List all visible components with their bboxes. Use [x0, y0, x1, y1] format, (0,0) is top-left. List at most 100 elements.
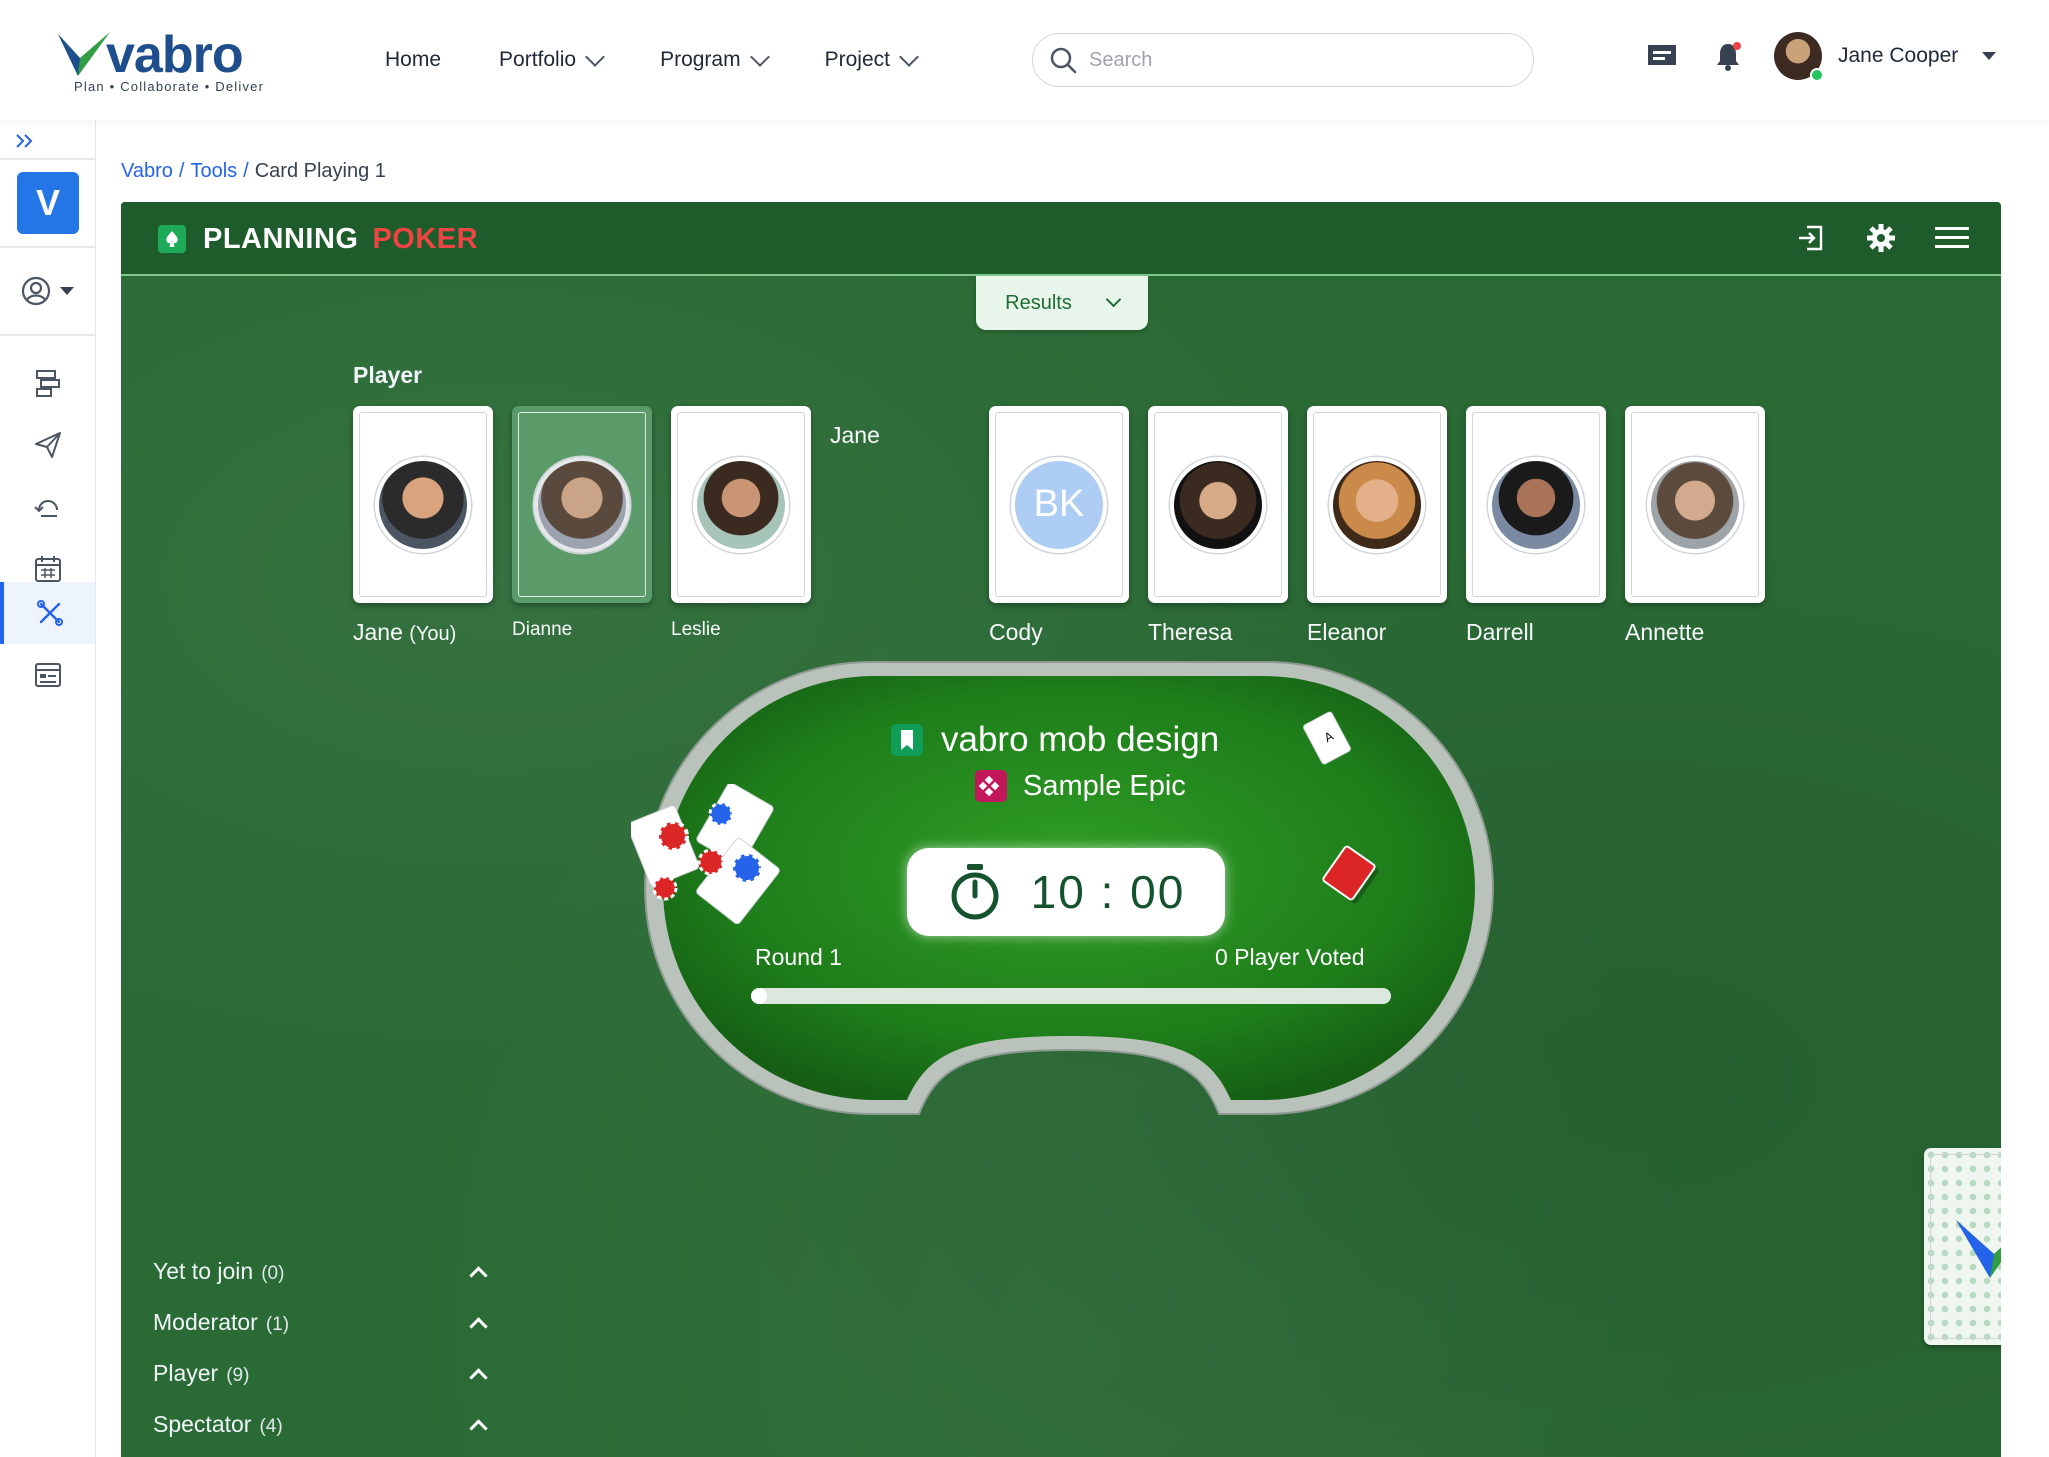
player-name: Eleanor	[1307, 619, 1387, 645]
main-nav: Home Portfolio Program Project	[385, 0, 919, 120]
player-card-theresa[interactable]: Theresa	[1148, 406, 1288, 646]
player-card-cody[interactable]: BK Cody	[989, 406, 1129, 646]
breadcrumb-current: Card Playing 1	[254, 160, 386, 182]
logo-wordmark: vabro	[106, 26, 244, 84]
notification-bell-icon[interactable]	[1713, 40, 1743, 72]
sidebar-item-send[interactable]	[0, 414, 95, 476]
player-initials-avatar: BK	[1011, 456, 1107, 553]
chevron-down-icon	[1105, 291, 1122, 308]
sidebar-item-tools[interactable]	[0, 582, 95, 644]
board-header: PLANNING POKER	[121, 202, 2001, 276]
player-card: BK	[989, 406, 1129, 603]
group-moderator[interactable]: Moderator (1)	[153, 1297, 493, 1348]
chevron-down-icon	[899, 46, 919, 67]
divider	[0, 246, 95, 248]
group-yet-to-join[interactable]: Yet to join (0)	[153, 1246, 493, 1297]
player-card	[1466, 406, 1606, 603]
player-name: Jane (You)	[353, 619, 457, 645]
sidebar-item-roadmap[interactable]	[0, 352, 95, 414]
nav-program[interactable]: Program	[660, 46, 770, 72]
group-spectator[interactable]: Spectator (4)	[153, 1399, 493, 1450]
roadmap-icon	[35, 370, 60, 397]
player-avatar	[1647, 456, 1743, 553]
user-menu[interactable]: Jane Cooper	[1774, 32, 1997, 82]
title-planning: PLANNING	[203, 222, 359, 255]
search-box[interactable]	[1032, 33, 1534, 87]
breadcrumb-separator: /	[243, 160, 249, 182]
user-circle-icon	[21, 276, 51, 306]
title-poker: POKER	[372, 222, 479, 255]
player-avatar	[1329, 456, 1425, 553]
player-name: Dianne	[512, 619, 573, 640]
logo-check-icon	[58, 32, 110, 76]
messages-icon[interactable]	[1645, 41, 1679, 71]
player-card	[671, 406, 811, 603]
calendar-icon	[34, 556, 61, 582]
planning-poker-board: PLANNING POKER Results Player Jane (You)…	[121, 202, 2001, 1457]
story-bookmark-icon	[891, 724, 923, 756]
nav-project[interactable]: Project	[825, 46, 919, 72]
voted-check-icon	[1956, 1220, 2001, 1278]
search-input[interactable]	[1089, 48, 1509, 72]
player-card-eleanor[interactable]: Eleanor	[1307, 406, 1447, 646]
player-card-darrell[interactable]: Darrell	[1466, 406, 1606, 646]
group-player[interactable]: Player (9)	[153, 1348, 493, 1399]
tools-icon	[36, 600, 63, 626]
player-name: Theresa	[1148, 619, 1233, 645]
paper-plane-icon	[34, 432, 61, 458]
game-title: PLANNING POKER	[155, 222, 478, 256]
player-card-annette[interactable]: Annette	[1625, 406, 1765, 646]
red-card-decoration	[1322, 845, 1379, 904]
player-avatar	[534, 456, 630, 553]
breadcrumb-separator: /	[178, 160, 185, 182]
exit-session-icon[interactable]	[1795, 222, 1827, 254]
player-avatar	[375, 456, 471, 553]
player-card-leslie[interactable]: Leslie	[671, 406, 811, 641]
player-card-voted	[1924, 1148, 2001, 1345]
caret-down-icon	[1982, 52, 1997, 60]
logo-tagline: Plan • Collaborate • Deliver	[74, 79, 265, 94]
sidebar-item-cycle[interactable]	[0, 476, 95, 538]
breadcrumb: Vabro / Tools / Card Playing 1	[121, 160, 386, 183]
user-avatar	[1774, 32, 1824, 82]
results-dropdown[interactable]: Results	[976, 276, 1148, 330]
player-card	[1307, 406, 1447, 603]
settings-gear-icon[interactable]	[1865, 222, 1897, 254]
timer-value: 10 : 00	[1030, 866, 1186, 918]
refresh-icon	[33, 500, 58, 517]
breadcrumb-link-tools[interactable]: Tools	[190, 160, 237, 183]
player-name: Darrell	[1466, 619, 1534, 645]
vabro-logo[interactable]: vabro Plan • Collaborate • Deliver	[56, 24, 276, 100]
player-card	[1625, 406, 1765, 603]
search-icon	[1050, 47, 1077, 74]
round-timer: 10 : 00	[907, 848, 1225, 936]
results-label: Results	[1005, 291, 1072, 314]
expand-sidebar-icon[interactable]	[14, 130, 36, 156]
sidebar-item-boards[interactable]	[0, 644, 95, 706]
breadcrumb-link-vabro[interactable]: Vabro	[121, 160, 173, 183]
profile-switcher[interactable]	[20, 275, 74, 307]
top-actions	[1645, 40, 1743, 72]
player-card-jane-you[interactable]: Jane (You)	[353, 406, 493, 646]
hamburger-menu-icon[interactable]	[1935, 225, 1969, 251]
epic-label: Sample Epic	[973, 768, 1186, 804]
vote-progress-fill	[751, 988, 767, 1004]
board-icon	[34, 663, 61, 687]
stopwatch-icon	[951, 864, 999, 920]
board-header-actions	[1795, 222, 1969, 254]
epic-diamond-icon	[975, 770, 1007, 802]
player-avatar	[693, 456, 789, 553]
players-heading: Player	[353, 362, 423, 388]
player-name: Annette	[1625, 619, 1705, 645]
player-card-dianne[interactable]: Dianne	[512, 406, 652, 641]
nav-home[interactable]: Home	[385, 48, 441, 72]
online-status-dot	[1810, 68, 1824, 82]
player-card	[512, 406, 652, 603]
chevron-up-icon	[469, 1266, 488, 1285]
player-card-jane[interactable]: Jane	[830, 406, 2001, 1345]
user-name: Jane Cooper	[1838, 44, 1959, 67]
player-avatar	[1170, 456, 1266, 553]
nav-portfolio[interactable]: Portfolio	[499, 46, 605, 72]
player-card	[1148, 406, 1288, 603]
workspace-badge[interactable]: V	[17, 172, 79, 234]
